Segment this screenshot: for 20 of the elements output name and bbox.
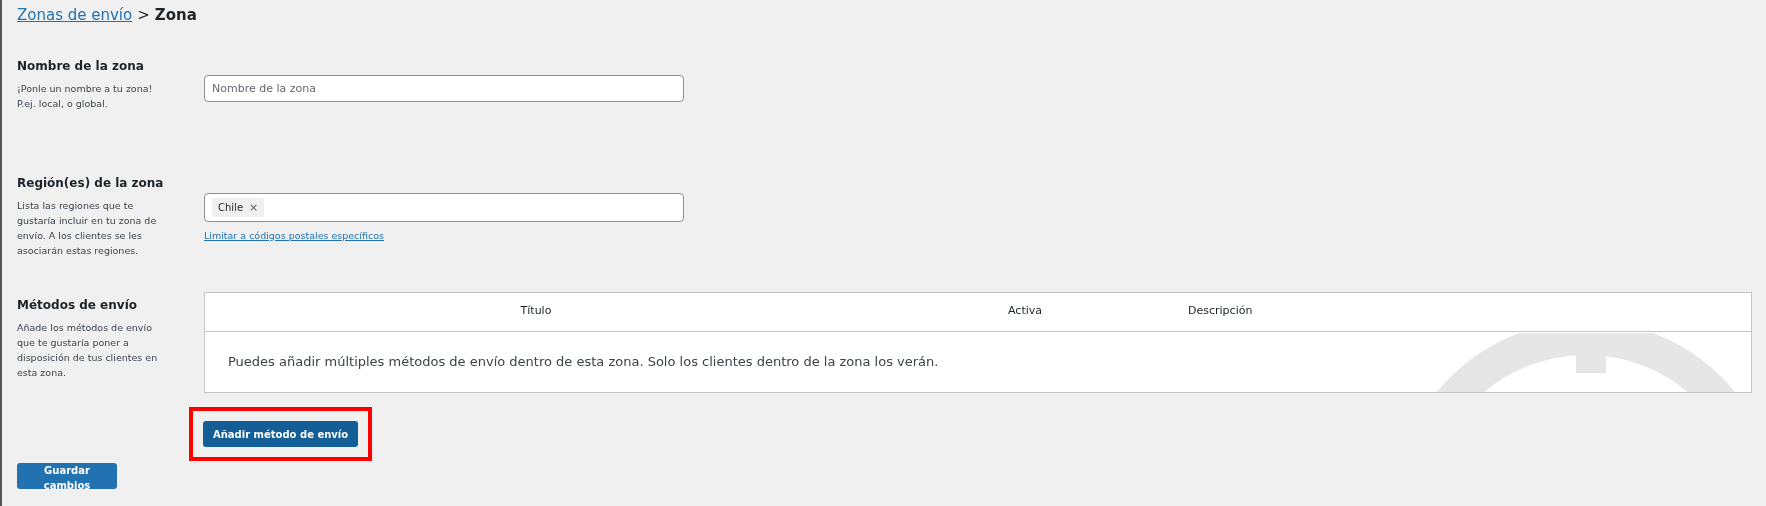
breadcrumb-link[interactable]: Zonas de envío — [17, 4, 133, 27]
column-header: Descripción — [1187, 303, 1254, 320]
zone-name-field[interactable]: Nombre de la zona — [204, 74, 684, 102]
field-description: ¡Ponle un nombre a tu zona! P.ej. local, o global. — [17, 81, 154, 111]
region-tag-label: Chile — [218, 200, 244, 215]
breadcrumb-separator: > — [137, 5, 150, 26]
field-description: Añade los métodos de envío que te gustaría poner a disposición de tus clientes en esta zona. — [17, 320, 159, 380]
region-select-field[interactable]: Chile × — [204, 192, 684, 222]
save-changes-button[interactable]: Guardar cambios — [17, 463, 117, 489]
postcode-limit-link[interactable]: Limitar a códigos postales específicos — [204, 228, 384, 243]
empty-table-message: Puedes añadir múltiples métodos de envío dentro de esta zona. Solo los clientes dentro de la zona los verán. — [228, 352, 939, 371]
breadcrumb-current: Zona — [154, 5, 197, 26]
field-description: Lista las regiones que te gustaría incluir en tu zona de envío. A los clientes se les asociarán estas regiones. — [17, 198, 158, 258]
field-label: Nombre de la zona — [17, 57, 145, 75]
field-label: Métodos de envío — [17, 296, 138, 314]
column-header: Activa — [1007, 303, 1043, 320]
column-header: Título — [519, 303, 553, 320]
add-shipping-method-button[interactable]: Añadir método de envío — [203, 421, 359, 447]
remove-tag-button[interactable]: × — [249, 201, 259, 213]
field-label: Región(es) de la zona — [17, 174, 165, 192]
